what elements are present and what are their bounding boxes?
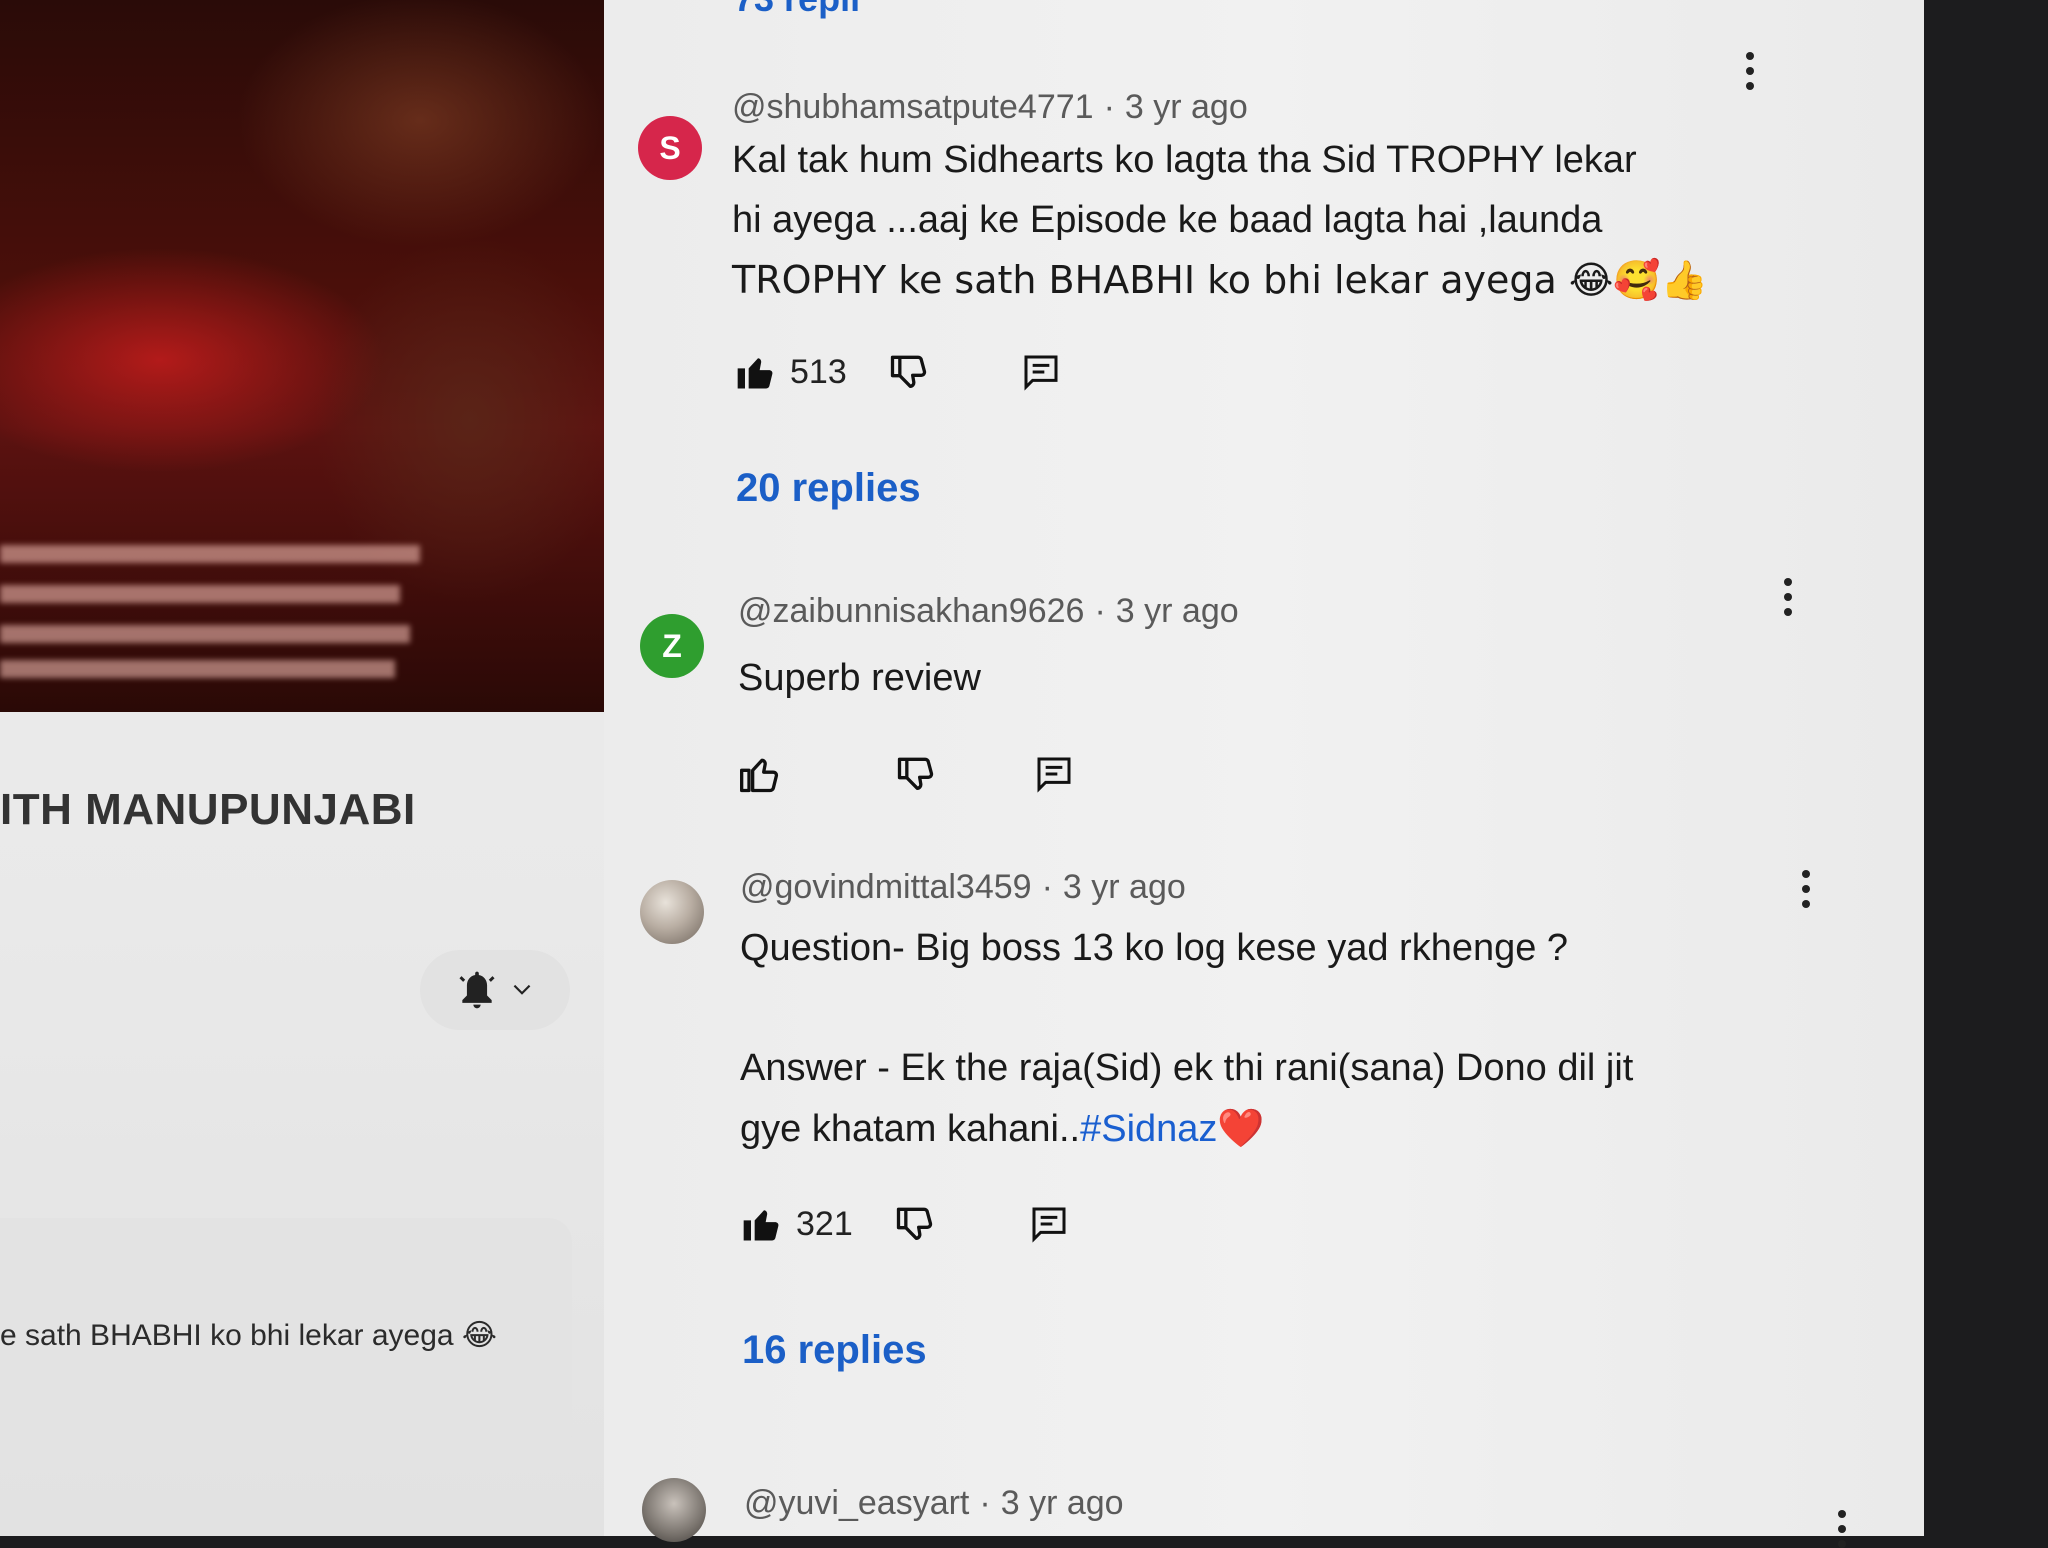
kebab-menu-icon[interactable] <box>1744 52 1756 90</box>
comment-author[interactable]: @yuvi_easyart <box>744 1484 969 1522</box>
reply-button[interactable] <box>1034 754 1074 794</box>
comment-author-line: @shubhamsatpute4771 · 3 yr ago <box>732 88 1248 127</box>
kebab-menu-icon[interactable] <box>1836 1510 1848 1548</box>
comment-body: Kal tak hum Sidhearts ko lagta tha Sid T… <box>732 130 1708 310</box>
replies-link[interactable]: 20 replies <box>736 466 921 511</box>
comment-time[interactable]: 3 yr ago <box>1001 1484 1124 1522</box>
like-count: 321 <box>796 1204 853 1243</box>
kebab-menu-icon[interactable] <box>1782 578 1794 616</box>
reply-icon <box>1037 757 1071 793</box>
reply-button[interactable] <box>1021 352 1061 392</box>
comments-panel: 73 repli S @shubhamsatpute4771·3 yr ago … <box>604 0 1924 1548</box>
bell-icon <box>459 971 495 1009</box>
thumb-light-stripe <box>0 625 410 643</box>
dislike-icon <box>896 1207 932 1240</box>
avatar[interactable] <box>642 1478 706 1542</box>
dislike-icon <box>890 355 926 388</box>
comment-body: Question- Big boss 13 ko log kese yad rk… <box>740 918 1633 1159</box>
comment-blank-line <box>740 978 1633 1038</box>
hashtag-link[interactable]: #Sidnaz <box>1080 1108 1217 1150</box>
comment-line-text: gye khatam kahani.. <box>740 1108 1081 1150</box>
video-thumbnail[interactable] <box>0 0 604 712</box>
comment-preview-text: e sath BHABHI ko bhi lekar ayega 😂 <box>0 1319 497 1352</box>
comment-actions: 513 <box>734 350 1061 394</box>
left-panel: ITH MANUPUNJABI e sath BHABHI ko bhi lek… <box>0 0 604 1536</box>
dislike-icon <box>897 757 934 790</box>
comment-time[interactable]: 3 yr ago <box>1125 88 1248 126</box>
comment-author[interactable]: @govindmittal3459 <box>740 868 1032 906</box>
reply-button[interactable] <box>1029 1204 1069 1244</box>
separator-dot: · <box>1094 592 1106 630</box>
comment-line: TROPHY ke sath BHABHI ko bhi lekar ayega… <box>732 258 1708 302</box>
like-icon <box>740 758 779 793</box>
replies-link-partial[interactable]: 73 repli <box>734 0 860 20</box>
comment-author-line: @zaibunnisakhan9626 · 3 yr ago <box>738 592 1239 631</box>
comment-author-line: @yuvi_easyart · 3 yr ago <box>744 1484 1124 1523</box>
heart-emoji: ❤️ <box>1217 1106 1265 1150</box>
comment-line: Answer - Ek the raja(Sid) ek thi rani(sa… <box>740 1047 1634 1089</box>
chevron-down-icon <box>513 984 531 995</box>
channel-title[interactable]: ITH MANUPUNJABI <box>0 785 416 835</box>
thumb-light-stripe <box>0 585 400 603</box>
comment-actions <box>738 752 1074 796</box>
like-icon <box>743 1210 779 1241</box>
avatar[interactable] <box>640 880 704 944</box>
comment-author[interactable]: @shubhamsatpute4771 <box>732 88 1094 126</box>
comment-line: gye khatam kahani..#Sidnaz❤️ <box>740 1098 1633 1159</box>
separator-dot: · <box>1103 88 1115 126</box>
separator-dot: · <box>979 1484 991 1522</box>
comment-actions: 321 <box>740 1202 1069 1246</box>
reply-icon <box>1032 1207 1066 1243</box>
like-icon <box>737 358 773 389</box>
like-button[interactable] <box>738 752 782 796</box>
dislike-button[interactable] <box>894 752 938 796</box>
like-button[interactable]: 321 <box>740 1202 853 1246</box>
comment-author-line: @govindmittal3459 · 3 yr ago <box>740 868 1186 907</box>
thumb-light-stripe <box>0 545 420 563</box>
thumb-light-stripe <box>0 660 395 678</box>
dislike-button[interactable] <box>893 1202 937 1246</box>
comment-line: Kal tak hum Sidhearts ko lagta tha Sid T… <box>732 139 1637 181</box>
kebab-menu-icon[interactable] <box>1800 870 1812 908</box>
notification-bell-button[interactable] <box>420 950 570 1030</box>
comment-body: Superb review <box>738 648 981 708</box>
comment-time[interactable]: 3 yr ago <box>1116 592 1239 630</box>
comment-author[interactable]: @zaibunnisakhan9626 <box>738 592 1084 630</box>
like-button[interactable]: 513 <box>734 350 847 394</box>
reply-icon <box>1024 355 1058 391</box>
comment-time[interactable]: 3 yr ago <box>1063 868 1186 906</box>
avatar[interactable]: Z <box>640 614 704 678</box>
comment-line: Superb review <box>738 657 981 699</box>
separator-dot: · <box>1041 868 1053 906</box>
replies-link[interactable]: 16 replies <box>742 1328 927 1373</box>
dislike-button[interactable] <box>887 350 931 394</box>
comment-line: Question- Big boss 13 ko log kese yad rk… <box>740 927 1569 969</box>
comment-line: hi ayega ...aaj ke Episode ke baad lagta… <box>732 199 1603 241</box>
avatar[interactable]: S <box>638 116 702 180</box>
like-count: 513 <box>790 352 847 391</box>
